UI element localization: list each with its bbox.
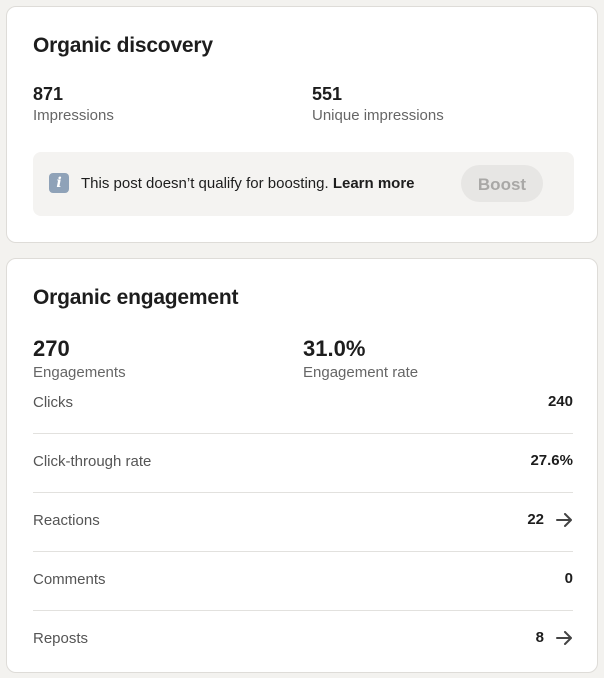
boost-notice-text: This post doesn’t qualify for boosting. … xyxy=(81,174,415,194)
learn-more-link[interactable]: Learn more xyxy=(333,175,415,192)
impressions-label: Impressions xyxy=(33,107,114,124)
stat-value: 0 xyxy=(564,570,573,587)
stat-label: Reposts xyxy=(33,630,89,647)
stat-row-comments: Comments 0 xyxy=(33,552,573,611)
stat-right: 0 xyxy=(565,570,573,587)
stat-value: 8 xyxy=(535,629,544,646)
engagements-value: 270 xyxy=(33,336,70,361)
unique-impressions-metric: 551 Unique impressions xyxy=(312,83,444,126)
engagement-stats-list: Clicks 240 Click-through rate 27.6% Reac… xyxy=(33,375,573,669)
stat-label: Clicks xyxy=(33,394,73,411)
organic-discovery-title: Organic discovery xyxy=(33,34,213,57)
unique-impressions-value: 551 xyxy=(312,84,343,104)
stat-row-clicks: Clicks 240 xyxy=(33,375,573,434)
stat-value: 22 xyxy=(527,511,544,528)
stat-label: Comments xyxy=(33,571,106,588)
stat-right: 8 xyxy=(536,629,573,646)
boost-button[interactable]: Boost xyxy=(461,165,543,202)
boost-notice-message: This post doesn’t qualify for boosting. xyxy=(81,175,329,192)
stat-row-reactions[interactable]: Reactions 22 xyxy=(33,493,573,552)
stat-right: 27.6% xyxy=(530,452,573,469)
organic-engagement-title: Organic engagement xyxy=(33,286,239,309)
impressions-value: 871 xyxy=(33,84,64,104)
stat-value: 240 xyxy=(547,393,573,410)
arrow-right-icon[interactable] xyxy=(556,512,573,527)
organic-discovery-card: Organic discovery 871 Impressions 551 Un… xyxy=(6,6,598,243)
stat-row-reposts[interactable]: Reposts 8 xyxy=(33,611,573,669)
stat-value: 27.6% xyxy=(530,452,573,469)
arrow-right-icon[interactable] xyxy=(556,630,573,645)
stat-right: 240 xyxy=(548,393,573,410)
stat-label: Reactions xyxy=(33,512,100,529)
boost-notice: i This post doesn’t qualify for boosting… xyxy=(33,152,574,216)
engagement-rate-value: 31.0% xyxy=(303,336,366,361)
unique-impressions-label: Unique impressions xyxy=(312,107,444,124)
impressions-metric: 871 Impressions xyxy=(33,83,114,126)
stat-label: Click-through rate xyxy=(33,453,152,470)
organic-engagement-card: Organic engagement 270 Engagements 31.0%… xyxy=(6,258,598,673)
stat-row-click-through-rate: Click-through rate 27.6% xyxy=(33,434,573,493)
info-icon: i xyxy=(49,173,69,193)
stat-right: 22 xyxy=(527,511,573,528)
